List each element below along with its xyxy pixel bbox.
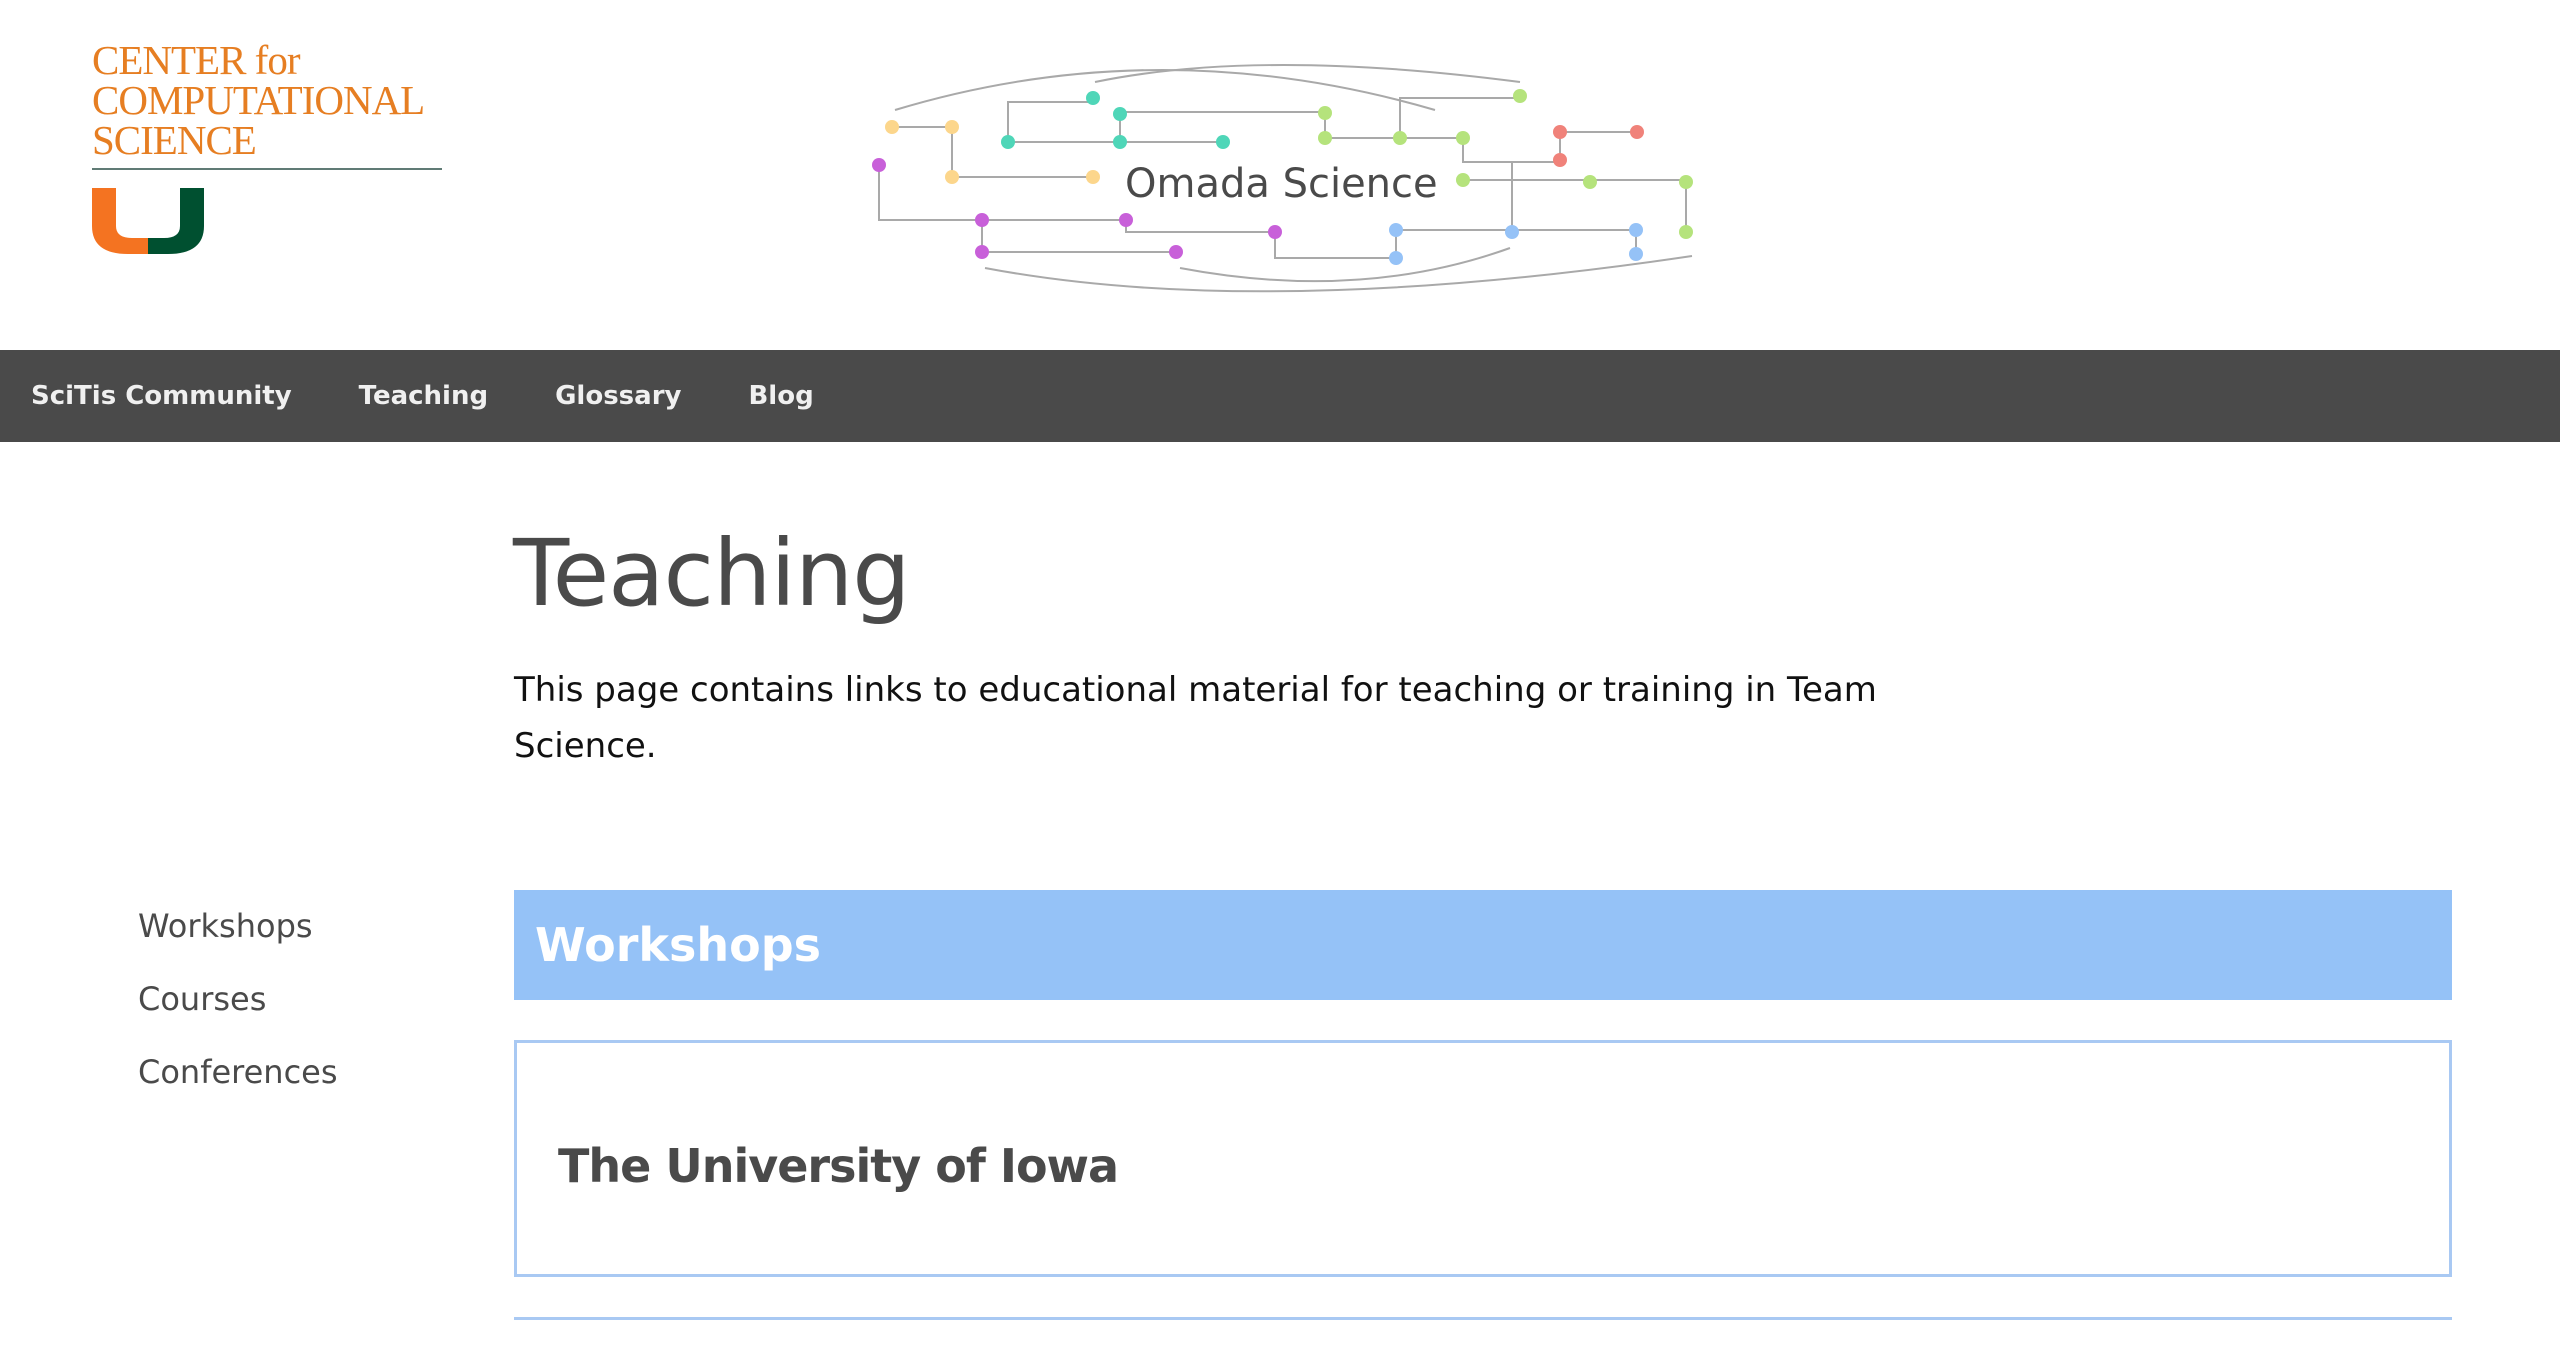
sidebar-item-workshops[interactable]: Workshops [138, 900, 338, 973]
omada-logo-title: Omada Science [1125, 161, 1438, 207]
card-title: The University of Iowa [558, 1139, 1119, 1193]
page-title: Teaching [513, 520, 911, 627]
sidebar-nav: Workshops Courses Conferences [138, 900, 338, 1119]
sidebar-item-courses[interactable]: Courses [138, 973, 338, 1046]
main-navbar: SciTis Community Teaching Glossary Blog [0, 350, 2560, 442]
ccs-logo[interactable]: CENTER for COMPUTATIONAL SCIENCE [88, 40, 444, 262]
ccs-line-1: CENTER for [92, 37, 301, 83]
workshop-card[interactable]: The University of Iowa [514, 1040, 2452, 1277]
next-card-edge [514, 1317, 2452, 1357]
ccs-logo-divider [92, 168, 442, 170]
page-intro: This page contains links to educational … [514, 670, 1877, 766]
nav-item-teaching[interactable]: Teaching [359, 381, 488, 411]
ccs-line-3: SCIENCE [92, 117, 257, 163]
section-header-workshops: Workshops [514, 890, 2452, 1000]
nav-item-glossary[interactable]: Glossary [555, 381, 681, 411]
sidebar-item-conferences[interactable]: Conferences [138, 1046, 338, 1119]
ccs-line-2: COMPUTATIONAL [92, 77, 425, 123]
um-u-logo-icon [92, 188, 204, 254]
ccs-logo-text: CENTER for COMPUTATIONAL SCIENCE [92, 37, 425, 163]
nav-item-blog[interactable]: Blog [748, 381, 813, 411]
omada-science-logo[interactable]: Omada Science [860, 30, 1700, 320]
nav-item-scitis-community[interactable]: SciTis Community [31, 381, 292, 411]
site-header: CENTER for COMPUTATIONAL SCIENCE Omada S… [0, 0, 2560, 350]
